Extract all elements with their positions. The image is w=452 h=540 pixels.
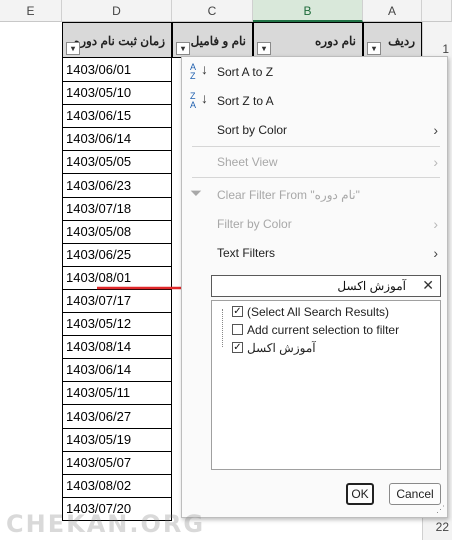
date-cell[interactable]: 1403/05/19 (62, 427, 172, 452)
date-cell[interactable]: 1403/06/27 (62, 404, 172, 429)
header-cell-row-number[interactable]: ردیف ▾ (363, 22, 422, 58)
header-cell-course-name[interactable]: نام دوره ▾ (253, 22, 363, 58)
column-header-a[interactable]: A (363, 0, 422, 22)
menu-divider (192, 177, 440, 178)
checkbox-unchecked[interactable] (232, 324, 243, 335)
date-cell[interactable]: 1403/07/18 (62, 196, 172, 221)
sort-by-color-label: Sort by Color (217, 123, 288, 137)
autofilter-menu: A Z ↓ Sort A to Z Z A ↓ Sort Z to A Sort by … (181, 56, 448, 518)
date-cell[interactable]: 1403/06/25 (62, 242, 172, 267)
date-cell[interactable]: 1403/05/12 (62, 312, 172, 337)
menu-filter-by-color: Filter by Color › (182, 211, 447, 237)
date-cell[interactable]: 1403/05/08 (62, 219, 172, 244)
chevron-right-icon: › (433, 245, 438, 261)
list-item-label: (Select All Search Results) (247, 305, 390, 319)
filter-by-color-label: Filter by Color (217, 217, 292, 231)
menu-text-filters[interactable]: Text Filters › (182, 240, 447, 266)
sort-z-to-a-label: Sort Z to A (217, 94, 274, 108)
column-header-e[interactable]: E (0, 0, 62, 22)
date-cell[interactable]: 1403/05/05 (62, 150, 172, 175)
date-cell[interactable]: 1403/08/14 (62, 335, 172, 360)
header-label-full-name: نام و فامیل (190, 34, 246, 48)
resize-grip-icon[interactable]: ⋰ (436, 504, 445, 515)
search-value: آموزش اکسل (337, 279, 406, 293)
column-header-c[interactable]: C (172, 0, 253, 22)
date-cell[interactable]: 1403/06/15 (62, 104, 172, 129)
filter-dropdown-icon[interactable]: ▾ (66, 42, 80, 55)
watermark: CHEKAN.ORG (6, 510, 206, 538)
filter-dropdown-icon[interactable]: ▾ (176, 42, 190, 55)
sort-a-to-z-label: Sort A to Z (217, 65, 274, 79)
list-item-label: Add current selection to filter (247, 323, 400, 337)
menu-sort-by-color[interactable]: Sort by Color › (182, 117, 447, 143)
row-number-22[interactable]: 22 (423, 520, 452, 534)
header-label-registration-date: زمان ثبت نام دوره (73, 34, 165, 48)
date-cell[interactable]: 1403/06/23 (62, 173, 172, 198)
chevron-right-icon: › (433, 154, 438, 170)
date-cell[interactable]: 1403/05/10 (62, 81, 172, 106)
row-number-1[interactable]: 1 (423, 42, 452, 56)
header-cell-full-name[interactable]: نام و فامیل ▾ (172, 22, 253, 58)
header-label-row-number: ردیف (388, 34, 415, 48)
filter-dropdown-icon[interactable]: ▾ (367, 42, 381, 55)
filter-search-input[interactable]: آموزش اکسل ✕ (211, 275, 441, 297)
select-all-corner[interactable] (422, 0, 452, 22)
clear-filter-label: Clear Filter From "نام دوره" (217, 188, 360, 202)
menu-sort-a-to-z[interactable]: A Z ↓ Sort A to Z (182, 59, 447, 85)
column-header-b[interactable]: B (253, 0, 363, 22)
clear-search-icon[interactable]: ✕ (422, 277, 434, 294)
menu-sort-z-to-a[interactable]: Z A ↓ Sort Z to A (182, 88, 447, 114)
column-header-d[interactable]: D (62, 0, 172, 22)
date-cell[interactable]: 1403/06/14 (62, 127, 172, 152)
list-item-label: آموزش اکسل (247, 341, 316, 355)
checkbox-checked[interactable]: ✓ (232, 342, 243, 353)
text-filters-label: Text Filters (217, 246, 276, 260)
date-cell[interactable]: 1403/05/07 (62, 450, 172, 475)
header-label-course-name: نام دوره (315, 34, 356, 48)
sheet-view-label: Sheet View (217, 155, 278, 169)
filter-values-list[interactable]: ✓ (Select All Search Results) Add curren… (211, 300, 441, 470)
date-cell[interactable]: 1403/06/01 (62, 58, 172, 82)
checkbox-checked[interactable]: ✓ (232, 306, 243, 317)
ok-button[interactable]: OK (346, 483, 374, 505)
menu-clear-filter: ⏷ Clear Filter From "نام دوره" (182, 182, 447, 208)
chevron-right-icon: › (433, 122, 438, 138)
tree-lines (222, 309, 231, 347)
sort-ascending-icon: A Z ↓ (190, 61, 208, 81)
clear-filter-icon: ⏷ (190, 185, 203, 202)
header-cell-registration-date[interactable]: زمان ثبت نام دوره ▾ (62, 22, 172, 58)
filter-dropdown-icon[interactable]: ▾ (257, 42, 271, 55)
sort-descending-icon: Z A ↓ (190, 90, 208, 110)
date-cell[interactable]: 1403/05/11 (62, 381, 172, 406)
menu-sheet-view: Sheet View › (182, 149, 447, 175)
cancel-button[interactable]: Cancel (389, 483, 441, 505)
menu-divider (192, 146, 440, 147)
date-cell[interactable]: 1403/06/14 (62, 358, 172, 383)
chevron-right-icon: › (433, 216, 438, 232)
date-cell[interactable]: 1403/08/02 (62, 473, 172, 498)
